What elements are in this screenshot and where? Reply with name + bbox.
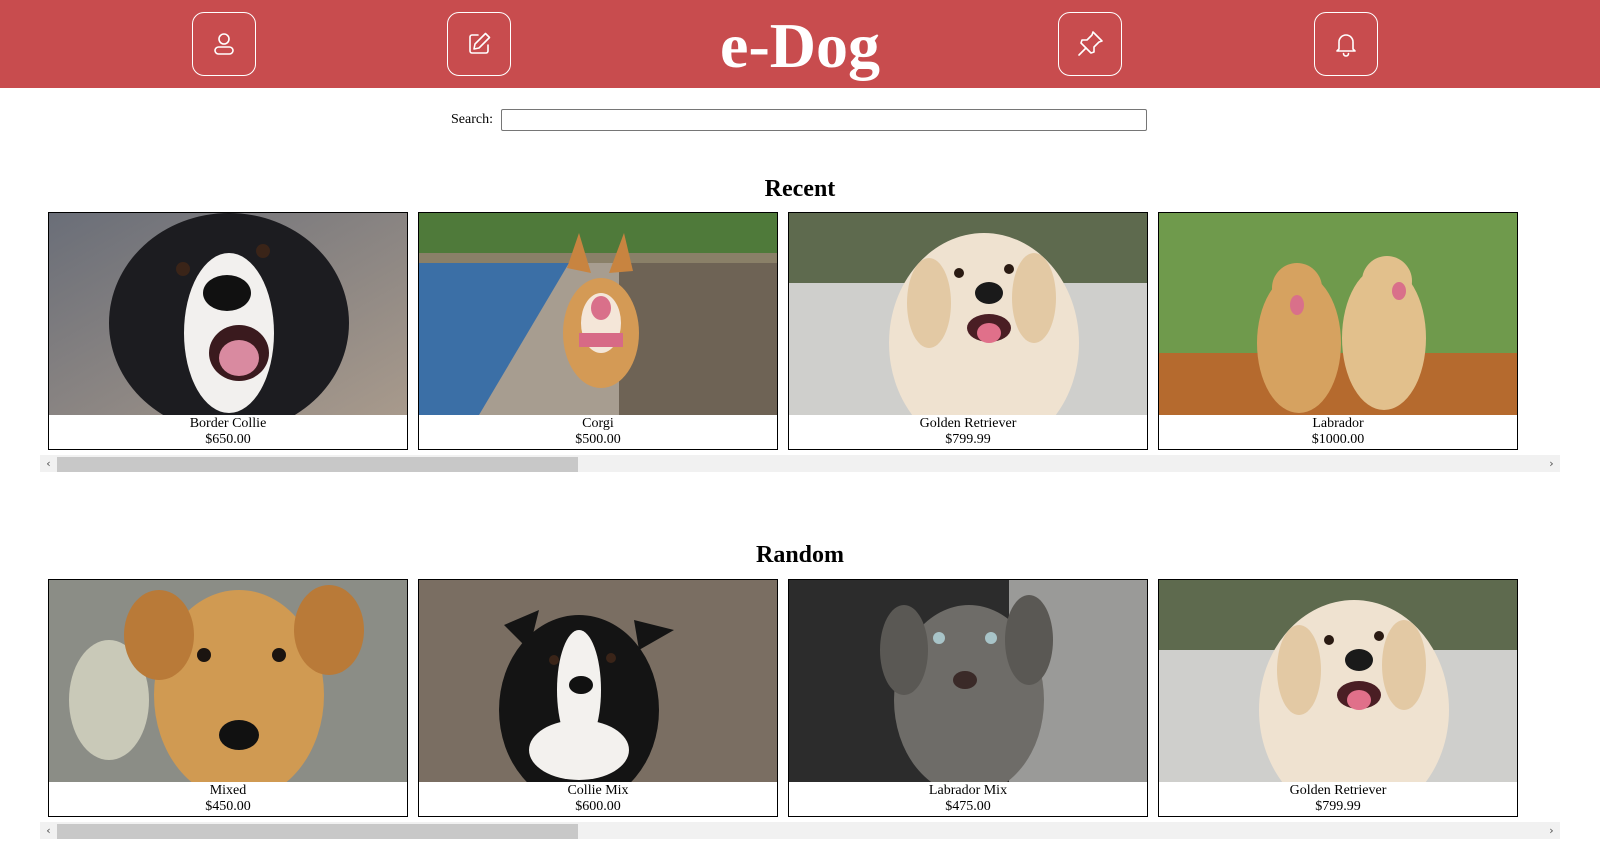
- dog-photo: [49, 580, 407, 782]
- dog-photo: [789, 580, 1147, 782]
- dog-name: Border Collie: [189, 416, 267, 431]
- dog-name: Collie Mix: [567, 783, 629, 798]
- dog-card[interactable]: Mixed $450.00: [48, 579, 408, 817]
- scroll-thumb[interactable]: [57, 457, 578, 472]
- dog-card[interactable]: Golden Retriever $799.99: [788, 212, 1148, 450]
- dog-price: $1000.00: [1311, 432, 1365, 447]
- recent-scrollbar[interactable]: ‹ ›: [40, 455, 1560, 472]
- dog-photo: [1159, 213, 1517, 415]
- dog-photo: [49, 213, 407, 415]
- dog-card[interactable]: Labrador $1000.00: [1158, 212, 1518, 450]
- dog-price: $799.99: [945, 432, 991, 447]
- dog-card[interactable]: Golden Retriever $799.99: [1158, 579, 1518, 817]
- dog-card[interactable]: Collie Mix $600.00: [418, 579, 778, 817]
- dog-name: Corgi: [582, 416, 614, 431]
- scroll-left-arrow-icon[interactable]: ‹: [40, 455, 57, 472]
- dog-name: Labrador Mix: [928, 783, 1008, 798]
- dog-name: Golden Retriever: [919, 416, 1017, 431]
- scroll-left-arrow-icon[interactable]: ‹: [40, 822, 57, 839]
- dog-price: $799.99: [1315, 799, 1361, 814]
- top-header: e-Dog: [0, 0, 1600, 88]
- dog-name: Mixed: [209, 783, 247, 798]
- notifications-button[interactable]: [1314, 12, 1378, 76]
- section-title-recent: Recent: [764, 176, 836, 202]
- dog-photo: [1159, 580, 1517, 782]
- edit-icon: [469, 32, 491, 54]
- dog-price: $650.00: [205, 432, 251, 447]
- dog-photo: [419, 580, 777, 782]
- dog-price: $450.00: [205, 799, 251, 814]
- search-bar: Search:: [451, 108, 1147, 132]
- bell-icon: [1336, 34, 1356, 57]
- scroll-right-arrow-icon[interactable]: ›: [1543, 455, 1560, 472]
- dog-name: Labrador: [1312, 416, 1364, 431]
- dog-price: $500.00: [575, 432, 621, 447]
- section-title-random: Random: [755, 542, 845, 568]
- profile-button[interactable]: [192, 12, 256, 76]
- search-label: Search:: [451, 112, 493, 127]
- pin-button[interactable]: [1058, 12, 1122, 76]
- edit-button[interactable]: [447, 12, 511, 76]
- dog-card[interactable]: Corgi $500.00: [418, 212, 778, 450]
- dog-photo: [789, 213, 1147, 415]
- dog-price: $600.00: [575, 799, 621, 814]
- profile-icon: [214, 33, 234, 55]
- pin-icon: [1078, 31, 1103, 56]
- dog-photo: [419, 213, 777, 415]
- search-input[interactable]: [500, 109, 1147, 131]
- scroll-thumb[interactable]: [57, 824, 578, 839]
- scroll-right-arrow-icon[interactable]: ›: [1543, 822, 1560, 839]
- dog-card[interactable]: Labrador Mix $475.00: [788, 579, 1148, 817]
- dog-price: $475.00: [945, 799, 991, 814]
- dog-card[interactable]: Border Collie $650.00: [48, 212, 408, 450]
- dog-name: Golden Retriever: [1289, 783, 1387, 798]
- random-scrollbar[interactable]: ‹ ›: [40, 822, 1560, 839]
